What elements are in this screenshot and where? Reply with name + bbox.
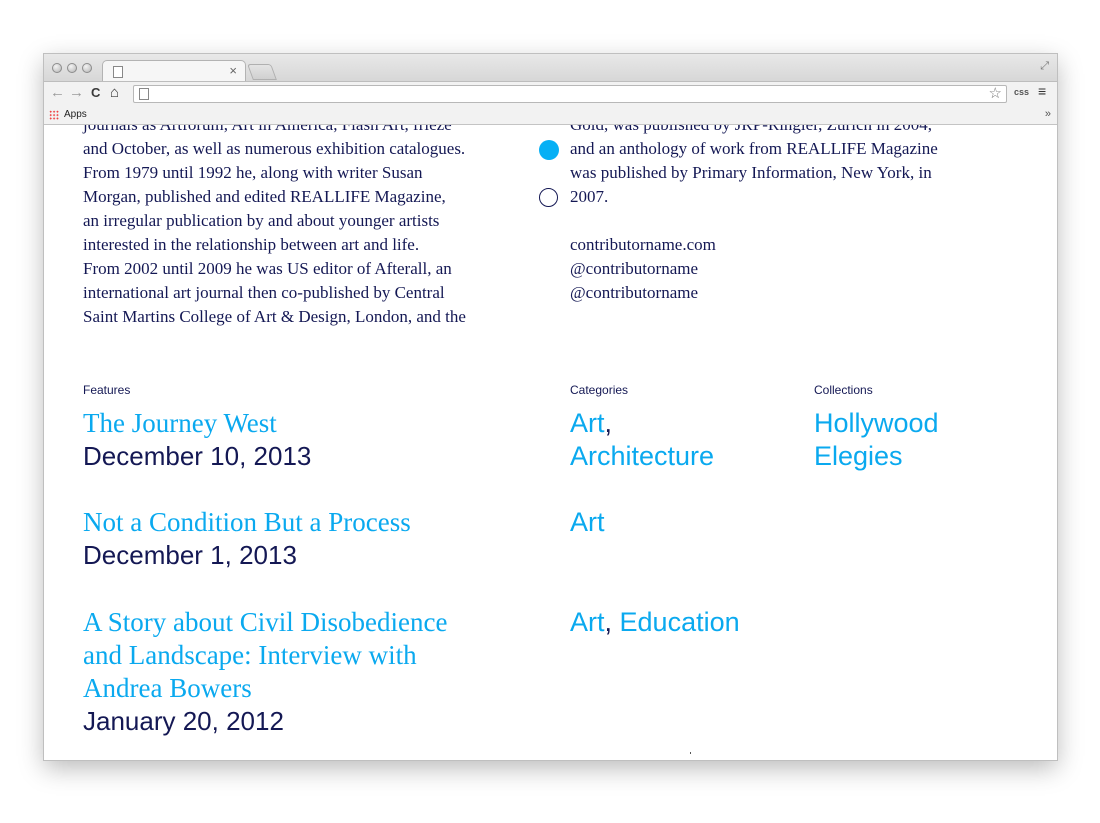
reload-icon[interactable]: C xyxy=(91,85,100,100)
bio-line: From 2002 until 2009 he was US editor of… xyxy=(83,259,452,278)
category-link[interactable]: Art xyxy=(570,607,605,637)
feature-date: December 1, 2013 xyxy=(83,540,297,570)
feature-categories: Art xyxy=(570,506,605,539)
feature-item: The Journey West December 10, 2013 xyxy=(83,407,311,473)
feature-categories: Art, Architecture xyxy=(570,408,715,473)
category-link[interactable]: Architecture xyxy=(570,440,714,473)
collections-heading: Collections xyxy=(814,383,873,397)
browser-tab[interactable]: × xyxy=(102,60,246,82)
menu-icon[interactable]: ≡ xyxy=(1038,83,1046,99)
feature-title-link[interactable]: and Landscape: Interview with xyxy=(83,639,447,672)
back-arrow-icon[interactable]: ← xyxy=(50,84,65,101)
browser-toolbar: ← → C ⌂ ☆ css ≡ xyxy=(44,81,1057,106)
title-bar: × ⤢ xyxy=(44,54,1057,82)
collection-link[interactable]: Elegies xyxy=(814,440,939,473)
apps-grid-icon[interactable] xyxy=(49,110,59,120)
css-extension-button[interactable]: css xyxy=(1014,87,1029,97)
bio-line: and October, as well as numerous exhibit… xyxy=(83,139,466,158)
contact-links: contributorname.com @contributorname @co… xyxy=(570,233,1010,305)
bio-line: interested in the relationship between a… xyxy=(83,235,420,254)
forward-arrow-icon[interactable]: → xyxy=(69,84,84,101)
bio-line: 2007. xyxy=(570,187,609,206)
category-link[interactable]: Art xyxy=(570,408,605,438)
page-content: journals as Artforum, Art in America, Fl… xyxy=(44,125,1057,760)
website-link[interactable]: contributorname.com xyxy=(570,233,1010,257)
bookmarks-bar: Apps » xyxy=(44,106,1057,125)
slide-dot-active[interactable] xyxy=(539,140,559,160)
features-heading: Features xyxy=(83,383,131,397)
collection-link[interactable]: Hollywood xyxy=(814,407,939,440)
page-icon xyxy=(113,66,123,78)
category-link[interactable]: Art xyxy=(570,506,605,539)
bio-line: international art journal then co-publis… xyxy=(83,283,445,302)
star-icon[interactable]: ☆ xyxy=(989,84,1002,102)
bio-text-left: journals as Artforum, Art in America, Fl… xyxy=(83,125,533,329)
minimize-window-button[interactable] xyxy=(67,63,77,73)
page-icon xyxy=(139,88,149,100)
bookmark-apps[interactable]: Apps xyxy=(64,109,87,120)
bio-line: journals as Artforum, Art in America, Fl… xyxy=(83,125,533,137)
social-link[interactable]: @contributorname xyxy=(570,257,1010,281)
feature-item: Not a Condition But a Process December 1… xyxy=(83,506,411,572)
bio-line: Morgan, published and edited REALLIFE Ma… xyxy=(83,187,446,206)
fullscreen-icon[interactable]: ⤢ xyxy=(1040,60,1049,73)
new-tab-button[interactable] xyxy=(247,64,277,80)
feature-title-link[interactable]: A Story about Civil Disobedience xyxy=(83,606,447,639)
feature-date: January 20, 2012 xyxy=(83,706,284,736)
slide-dot[interactable] xyxy=(539,188,558,207)
divider-mark xyxy=(690,752,691,754)
feature-categories: Art, Education xyxy=(570,607,740,637)
bio-line: From 1979 until 1992 he, along with writ… xyxy=(83,163,423,182)
home-icon[interactable]: ⌂ xyxy=(110,84,119,101)
feature-title-link[interactable]: Andrea Bowers xyxy=(83,672,447,705)
tab-close-icon[interactable]: × xyxy=(229,63,237,78)
bookmarks-more-icon[interactable]: » xyxy=(1045,108,1051,120)
feature-collections: Hollywood Elegies xyxy=(814,407,939,473)
bio-line: Gold, was published by JRP-Ringier, Zuri… xyxy=(570,125,1010,137)
bio-line: and an anthology of work from REALLIFE M… xyxy=(570,139,938,158)
bio-text-right: Gold, was published by JRP-Ringier, Zuri… xyxy=(570,125,1010,305)
feature-title-link[interactable]: Not a Condition But a Process xyxy=(83,506,411,539)
browser-window: × ⤢ ← → C ⌂ ☆ css ≡ Apps » journals as A… xyxy=(44,54,1057,760)
feature-item: A Story about Civil Disobedience and Lan… xyxy=(83,606,447,738)
feature-date: December 10, 2013 xyxy=(83,441,312,471)
bio-line: was published by Primary Information, Ne… xyxy=(570,163,932,182)
feature-title-link[interactable]: The Journey West xyxy=(83,407,311,440)
social-link[interactable]: @contributorname xyxy=(570,281,1010,305)
category-link[interactable]: Education xyxy=(620,607,740,637)
bio-line: Saint Martins College of Art & Design, L… xyxy=(83,307,466,326)
address-bar[interactable]: ☆ xyxy=(133,85,1007,103)
close-window-button[interactable] xyxy=(52,63,62,73)
zoom-window-button[interactable] xyxy=(82,63,92,73)
categories-heading: Categories xyxy=(570,383,629,397)
bio-line: an irregular publication by and about yo… xyxy=(83,211,440,230)
